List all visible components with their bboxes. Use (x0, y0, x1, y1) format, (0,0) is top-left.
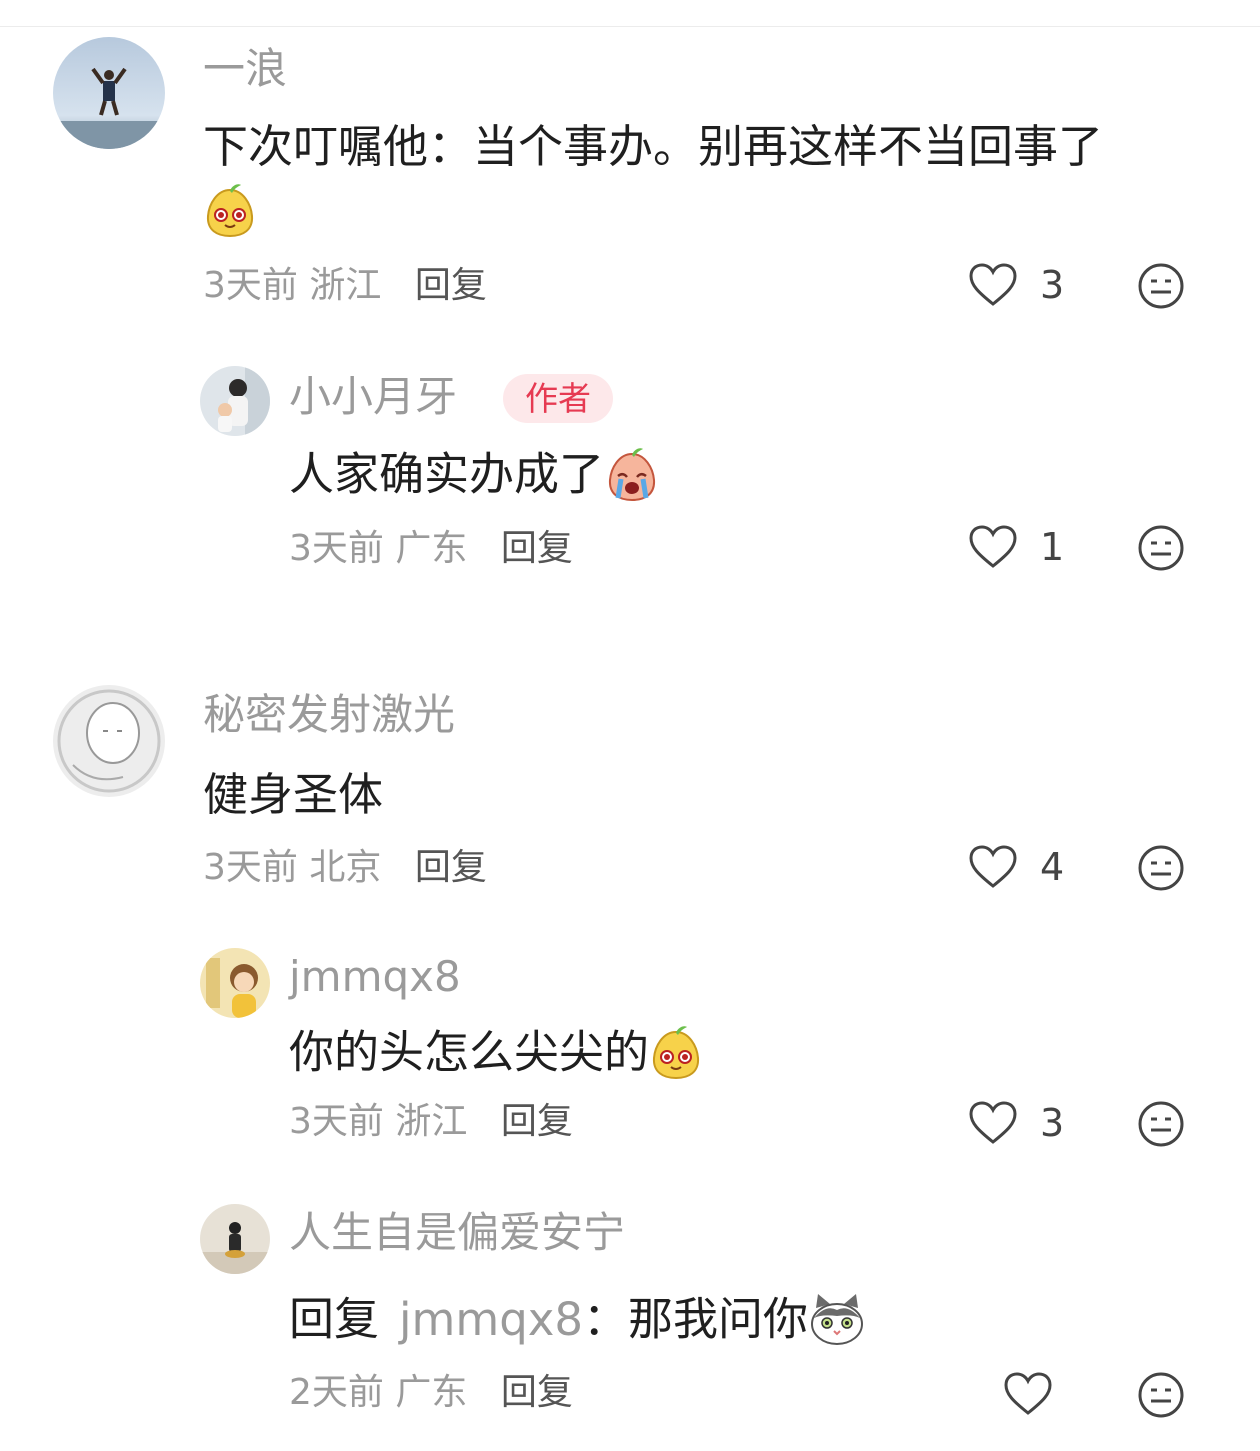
comment-text: 回复 jmmqx8：那我问你 (289, 1292, 866, 1353)
comment-text-line: 人家确实办成了 (289, 447, 605, 501)
comment-location: 广东 (395, 528, 468, 569)
like-count: 3 (1040, 263, 1065, 307)
comment-meta: 3天前 广东 回复 (289, 531, 573, 567)
dislike-button[interactable] (1137, 524, 1185, 576)
reply-button[interactable]: 回复 (501, 1372, 573, 1413)
like-count: 3 (1040, 1101, 1065, 1145)
comment-text-line: ：那我问你 (583, 1292, 809, 1346)
comment-text: 人家确实办成了 (289, 446, 660, 509)
comment-time: 3天前 (289, 1101, 384, 1142)
meh-face-icon (1138, 525, 1184, 571)
comment-emoji-line (203, 182, 257, 245)
top-divider (0, 26, 1260, 27)
comment-meta: 3天前 浙江 回复 (289, 1104, 573, 1140)
meh-face-icon (1138, 1372, 1184, 1418)
comment-time: 3天前 (203, 265, 298, 306)
comment-location: 浙江 (395, 1101, 468, 1142)
like-button[interactable]: 1 (968, 524, 1064, 570)
comment-text-line: 你的头怎么尖尖的 (289, 1025, 650, 1079)
comment-text-line: 下次叮嘱他：当个事办。别再这样不当回事了 (203, 120, 1104, 173)
heart-icon (969, 845, 1017, 888)
username[interactable]: 人生自是偏爱安宁 (289, 1212, 625, 1254)
like-count: 1 (1040, 525, 1065, 569)
dislike-button[interactable] (1137, 262, 1185, 314)
author-badge: 作者 (503, 374, 613, 423)
pear-face-emoji (649, 1024, 703, 1087)
reply-button[interactable]: 回复 (501, 1101, 573, 1142)
avatar[interactable] (53, 37, 165, 149)
comment-time: 2天前 (289, 1372, 384, 1413)
heart-icon (969, 263, 1017, 306)
avatar[interactable] (200, 366, 270, 436)
dislike-button[interactable] (1137, 844, 1185, 896)
comment-location: 广东 (395, 1372, 468, 1413)
comment-time: 3天前 (289, 528, 384, 569)
username[interactable]: 一浪 (203, 48, 287, 90)
like-button[interactable] (1003, 1371, 1053, 1417)
reply-button[interactable]: 回复 (501, 528, 573, 569)
reply-prefix: 回复 (289, 1292, 380, 1346)
like-count: 4 (1040, 845, 1065, 889)
comment-text: 下次叮嘱他：当个事办。别再这样不当回事了 (203, 124, 1103, 169)
comment-text: 健身圣体 (203, 768, 384, 821)
heart-icon (969, 525, 1017, 568)
username[interactable]: 秘密发射激光 (203, 694, 455, 736)
comment-location: 北京 (309, 847, 382, 888)
username[interactable]: 小小月牙 (289, 376, 457, 418)
comment-location: 浙江 (309, 265, 382, 306)
reply-button[interactable]: 回复 (415, 847, 487, 888)
meh-face-icon (1138, 845, 1184, 891)
like-button[interactable]: 3 (968, 1100, 1064, 1146)
comment-meta: 3天前 浙江 回复 (203, 268, 487, 304)
comment-meta: 2天前 广东 回复 (289, 1375, 573, 1411)
heart-icon (1004, 1372, 1052, 1415)
username[interactable]: jmmqx8 (289, 956, 461, 998)
cat-face-emoji (808, 1292, 866, 1353)
meh-face-icon (1138, 263, 1184, 309)
avatar[interactable] (53, 685, 165, 797)
like-button[interactable]: 4 (968, 844, 1064, 890)
like-button[interactable]: 3 (968, 262, 1064, 308)
dislike-button[interactable] (1137, 1100, 1185, 1152)
pear-face-emoji (203, 182, 257, 245)
mention-link[interactable]: jmmqx8 (399, 1293, 583, 1346)
dislike-button[interactable] (1137, 1371, 1185, 1423)
comment-time: 3天前 (203, 847, 298, 888)
comment-text: 你的头怎么尖尖的 (289, 1024, 703, 1087)
avatar[interactable] (200, 948, 270, 1018)
avatar[interactable] (200, 1204, 270, 1274)
pear-crying-emoji (604, 446, 660, 509)
heart-icon (969, 1101, 1017, 1144)
reply-button[interactable]: 回复 (415, 265, 487, 306)
meh-face-icon (1138, 1101, 1184, 1147)
comment-meta: 3天前 北京 回复 (203, 850, 487, 886)
